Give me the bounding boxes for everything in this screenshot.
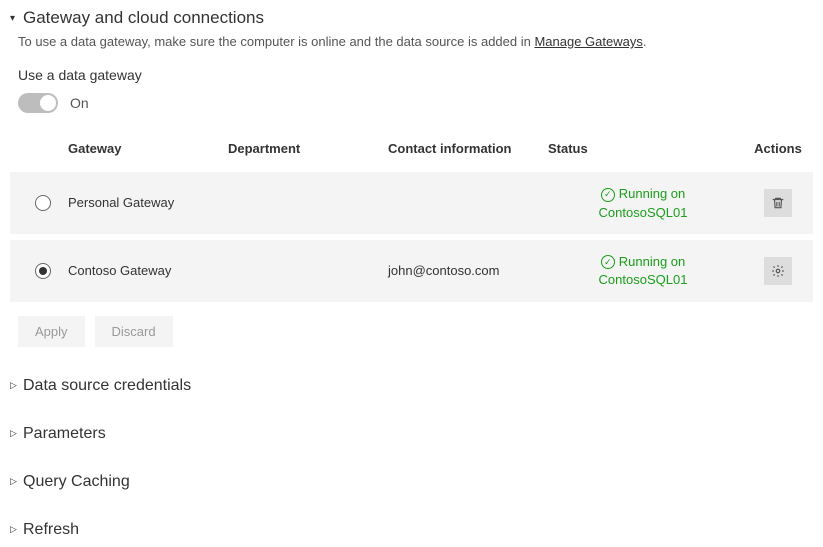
settings-button[interactable] bbox=[764, 257, 792, 285]
toggle-state: On bbox=[70, 95, 89, 111]
section-label: Parameters bbox=[23, 425, 106, 443]
col-header-actions: Actions bbox=[738, 141, 818, 156]
gateway-status: ✓ Running on ContosoSQL01 bbox=[548, 184, 738, 222]
discard-button[interactable]: Discard bbox=[95, 316, 173, 347]
section-title: Gateway and cloud connections bbox=[23, 8, 264, 28]
apply-button[interactable]: Apply bbox=[18, 316, 85, 347]
col-header-gateway: Gateway bbox=[68, 141, 228, 156]
expand-right-icon: ▷ bbox=[10, 476, 19, 487]
section-credentials-header[interactable]: ▷ Data source credentials bbox=[10, 377, 813, 395]
table-header-row: Gateway Department Contact information S… bbox=[10, 131, 813, 166]
gateway-contact: john@contoso.com bbox=[388, 263, 548, 278]
collapse-down-icon: ▾ bbox=[10, 13, 19, 24]
section-label: Refresh bbox=[23, 521, 79, 539]
manage-gateways-link[interactable]: Manage Gateways bbox=[534, 34, 642, 49]
delete-button[interactable] bbox=[764, 189, 792, 217]
check-circle-icon: ✓ bbox=[601, 188, 615, 202]
gateway-name: Contoso Gateway bbox=[68, 263, 228, 278]
col-header-contact: Contact information bbox=[388, 141, 548, 156]
section-label: Data source credentials bbox=[23, 377, 191, 395]
expand-right-icon: ▷ bbox=[10, 380, 19, 391]
section-label: Query Caching bbox=[23, 473, 130, 491]
section-refresh-header[interactable]: ▷ Refresh bbox=[10, 521, 813, 539]
expand-right-icon: ▷ bbox=[10, 428, 19, 439]
gateway-radio[interactable] bbox=[35, 263, 51, 279]
check-circle-icon: ✓ bbox=[601, 255, 615, 269]
gear-icon bbox=[771, 264, 785, 278]
toggle-label: Use a data gateway bbox=[18, 67, 813, 83]
table-row: Contoso Gateway john@contoso.com ✓ Runni… bbox=[10, 234, 813, 302]
gateway-name: Personal Gateway bbox=[68, 195, 228, 210]
section-caching-header[interactable]: ▷ Query Caching bbox=[10, 473, 813, 491]
section-gateway-header[interactable]: ▾ Gateway and cloud connections bbox=[10, 8, 813, 28]
col-header-department: Department bbox=[228, 141, 388, 156]
gateway-radio[interactable] bbox=[35, 195, 51, 211]
gateway-status: ✓ Running on ContosoSQL01 bbox=[548, 252, 738, 290]
gateway-table: Gateway Department Contact information S… bbox=[10, 131, 813, 302]
expand-right-icon: ▷ bbox=[10, 524, 19, 535]
toggle-knob bbox=[40, 95, 56, 111]
table-row: Personal Gateway ✓ Running on ContosoSQL… bbox=[10, 166, 813, 234]
help-text: To use a data gateway, make sure the com… bbox=[18, 34, 813, 49]
col-header-status: Status bbox=[548, 141, 738, 156]
use-gateway-toggle[interactable] bbox=[18, 93, 58, 113]
section-parameters-header[interactable]: ▷ Parameters bbox=[10, 425, 813, 443]
trash-icon bbox=[771, 196, 785, 210]
